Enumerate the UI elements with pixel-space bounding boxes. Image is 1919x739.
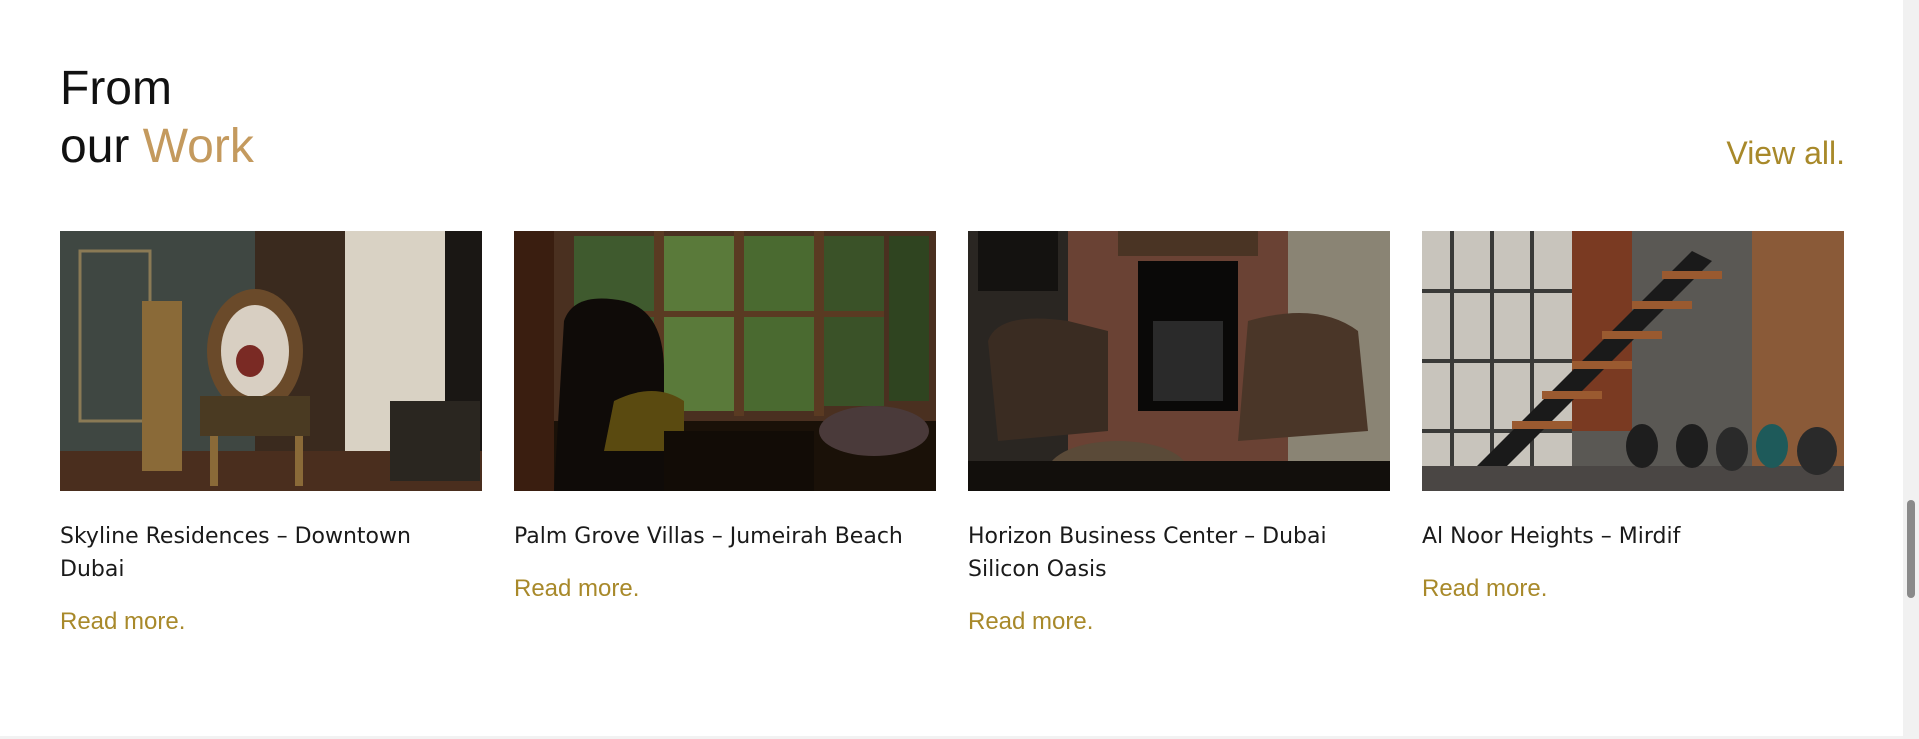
project-title[interactable]: Palm Grove Villas – Jumeirah Beach: [514, 520, 936, 553]
vertical-scrollbar[interactable]: [1903, 0, 1919, 739]
project-title[interactable]: Horizon Business Center – Dubai Silicon …: [968, 520, 1390, 586]
staircase-cafe-image: [1422, 231, 1844, 491]
heading-line-1: From: [60, 62, 172, 115]
project-photo-classic-chair[interactable]: [60, 231, 482, 491]
read-more-link[interactable]: Read more.: [968, 608, 1390, 636]
heading-line-2-accent: Work: [142, 120, 254, 173]
project-title[interactable]: Al Noor Heights – Mirdif: [1422, 520, 1844, 553]
project-title[interactable]: Skyline Residences – Downtown Dubai: [60, 520, 482, 586]
read-more-link[interactable]: Read more.: [60, 608, 482, 636]
scrollbar-thumb[interactable]: [1907, 500, 1915, 598]
project-photo-window-armchair[interactable]: [514, 231, 936, 491]
project-card: Horizon Business Center – Dubai Silicon …: [968, 231, 1390, 636]
our-work-section: From our Work View all. Skyline Residenc…: [60, 0, 1845, 739]
project-photo-fireplace-lounge[interactable]: [968, 231, 1390, 491]
fireplace-lounge-image: [968, 231, 1390, 491]
project-cards: Skyline Residences – Downtown Dubai Read…: [60, 231, 1845, 636]
project-photo-staircase-cafe[interactable]: [1422, 231, 1844, 491]
project-card: Al Noor Heights – Mirdif Read more.: [1422, 231, 1844, 636]
section-heading: From our Work: [60, 60, 254, 176]
read-more-link[interactable]: Read more.: [514, 575, 936, 603]
page: From our Work View all. Skyline Residenc…: [0, 0, 1919, 739]
classic-chair-image: [60, 231, 482, 491]
read-more-link[interactable]: Read more.: [1422, 575, 1844, 603]
project-card: Palm Grove Villas – Jumeirah Beach Read …: [514, 231, 936, 636]
heading-line-2-plain: our: [60, 120, 130, 173]
project-card: Skyline Residences – Downtown Dubai Read…: [60, 231, 482, 636]
window-armchair-image: [514, 231, 936, 491]
view-all-link[interactable]: View all.: [1726, 135, 1845, 172]
